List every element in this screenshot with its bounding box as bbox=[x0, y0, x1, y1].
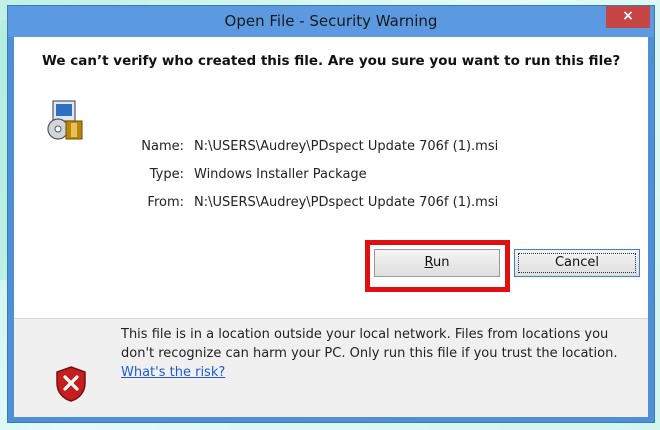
security-shield-x-icon bbox=[56, 366, 86, 402]
title-bar[interactable]: Open File - Security Warning × bbox=[8, 6, 654, 37]
run-button-highlight bbox=[365, 240, 510, 292]
type-label: Type: bbox=[149, 167, 184, 182]
from-value: N:\USERS\Audrey\PDspect Update 706f (1).… bbox=[194, 195, 499, 210]
from-label: From: bbox=[147, 195, 184, 210]
footer-warning-text: This file is in a location outside your … bbox=[121, 325, 641, 382]
warning-question: We can’t verify who created this file. A… bbox=[42, 53, 621, 69]
name-label: Name: bbox=[141, 139, 184, 154]
window-title: Open File - Security Warning bbox=[224, 12, 438, 30]
cancel-button[interactable]: Cancel bbox=[514, 249, 640, 277]
close-icon: × bbox=[622, 8, 634, 24]
focus-rectangle bbox=[518, 253, 636, 273]
whats-the-risk-link[interactable]: What's the risk? bbox=[121, 365, 225, 380]
footer-divider bbox=[14, 318, 648, 319]
security-warning-dialog: Open File - Security Warning × We can’t … bbox=[7, 5, 655, 423]
dialog-client-area: We can’t verify who created this file. A… bbox=[14, 37, 648, 417]
type-value: Windows Installer Package bbox=[194, 167, 367, 182]
footer-message: This file is in a location outside your … bbox=[121, 327, 618, 361]
windows-installer-package-icon bbox=[47, 100, 83, 140]
main-panel: We can’t verify who created this file. A… bbox=[14, 37, 648, 318]
close-button[interactable]: × bbox=[606, 6, 650, 28]
name-value: N:\USERS\Audrey\PDspect Update 706f (1).… bbox=[194, 139, 499, 154]
